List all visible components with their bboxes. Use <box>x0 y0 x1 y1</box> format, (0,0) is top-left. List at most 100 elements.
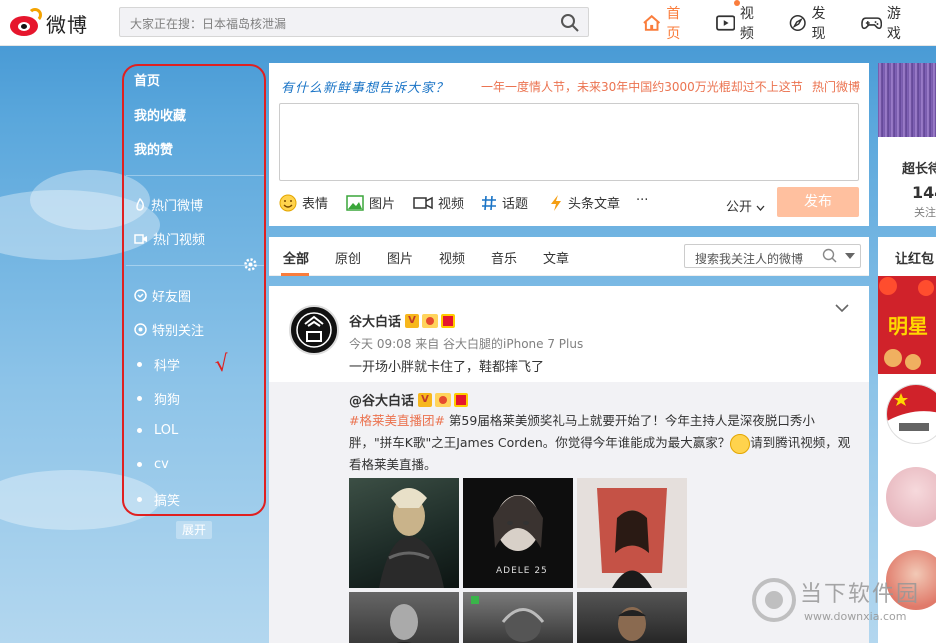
tab-original[interactable]: 原创 <box>335 248 361 267</box>
hot-weibo-link[interactable]: 热门微博 <box>812 78 860 95</box>
sidebar-item-likes[interactable]: 我的赞 <box>134 139 173 158</box>
sidebar-item-tag[interactable]: LOL <box>134 423 178 438</box>
watermark-text: 当下软件园 <box>800 582 921 607</box>
post-composer: 有什么新鲜事想告诉大家？ 一年一度情人节，未来30年中国约3000万光棍却过不上… <box>269 63 869 226</box>
headline-article-button[interactable]: 头条文章 <box>549 193 620 212</box>
tab-all[interactable]: 全部 <box>283 248 309 267</box>
promo-banner[interactable]: 明星 <box>878 276 936 374</box>
post-author[interactable]: 谷大白话 V <box>349 311 456 330</box>
sidebar-item-hot-video[interactable]: 热门视频 <box>134 229 205 248</box>
profile-card: 超长待 144 关注 <box>878 63 936 226</box>
photo-artist-4 <box>390 604 418 643</box>
post-image[interactable] <box>577 592 687 643</box>
tab-articles[interactable]: 文章 <box>543 248 569 267</box>
weibo-eye-icon <box>8 8 42 38</box>
post-image[interactable] <box>463 592 573 643</box>
sidebar-item-home[interactable]: 首页 <box>134 70 160 89</box>
home-icon <box>643 14 661 31</box>
sidebar-item-label: 特别关注 <box>152 324 205 339</box>
photo-rihanna <box>597 488 667 588</box>
sidebar-item-special-follow[interactable]: 特别关注 <box>134 320 204 339</box>
member-crown-icon <box>435 392 452 407</box>
weibo-logo[interactable]: 微博 <box>8 6 98 40</box>
video-button[interactable]: 视频 <box>413 193 464 212</box>
more-button[interactable]: ··· <box>636 193 648 208</box>
feed-tabs: 全部 原创 图片 视频 音乐 文章 搜索我关注人的微博 <box>269 237 869 276</box>
composer-slogan: 有什么新鲜事想告诉大家？ <box>281 81 450 96</box>
sidebar-item-tag[interactable]: 搞笑 <box>134 490 180 509</box>
sidebar-item-label: 首页 <box>134 74 161 89</box>
watermark-logo-icon <box>752 578 796 622</box>
avatar[interactable] <box>886 384 936 444</box>
hot-topic-link[interactable]: 一年一度情人节，未来30年中国约3000万光棍却过不上这节 <box>481 78 803 95</box>
tab-music[interactable]: 音乐 <box>491 248 517 267</box>
avatar[interactable] <box>289 305 339 355</box>
nav-video[interactable]: 视频 <box>715 0 768 43</box>
active-tab-indicator <box>281 273 309 276</box>
china-flag-avatar <box>887 385 936 431</box>
tool-label: 图片 <box>369 197 396 212</box>
gear-icon[interactable] <box>243 257 258 272</box>
post-image[interactable] <box>349 592 459 643</box>
nav-discover[interactable]: 发现 <box>789 3 839 43</box>
post-image[interactable]: ADELE 25 <box>463 478 573 588</box>
tool-label: 表情 <box>302 197 329 212</box>
author-name: 谷大白话 <box>349 315 402 330</box>
video-icon <box>715 15 735 31</box>
sidebar-item-friends-circle[interactable]: 好友圈 <box>134 286 191 305</box>
topic-button[interactable]: 话题 <box>481 193 528 212</box>
image-icon <box>346 194 364 211</box>
chevron-down-icon <box>756 205 765 211</box>
feed-search-placeholder: 搜索我关注人的微博 <box>695 252 804 266</box>
sidebar-item-hot-weibo[interactable]: 热门微博 <box>134 195 203 214</box>
repost-author[interactable]: @谷大白话 V <box>349 390 469 409</box>
special-follow-icon <box>134 323 147 336</box>
video-camera-icon <box>413 196 433 209</box>
author-name: @谷大白话 <box>349 394 415 409</box>
visibility-dropdown[interactable]: 公开 <box>726 196 765 215</box>
post-meta: 今天 09:08 来自 谷大白腿的iPhone 7 Plus <box>349 337 584 351</box>
image-caption: ADELE 25 <box>496 566 548 576</box>
sidebar-item-label: 热门视频 <box>153 233 206 248</box>
nav-home[interactable]: 首页 <box>642 3 694 43</box>
repost-text: #格莱美直播团# 第59届格莱美颁奖礼马上就要开始了！今年主持人是深夜脱口秀小胖… <box>349 410 854 476</box>
profile-name[interactable]: 超长待 <box>902 158 936 177</box>
photo-drake <box>618 607 646 641</box>
sidebar-item-label: 我的收藏 <box>134 109 187 124</box>
avatar[interactable] <box>886 467 936 527</box>
tab-videos[interactable]: 视频 <box>439 248 465 267</box>
nav-games[interactable]: 游戏 <box>860 3 914 43</box>
post-image[interactable] <box>349 478 459 588</box>
top-nav: 首页 视频 发现 游戏 <box>642 0 936 46</box>
tool-label: 视频 <box>438 197 465 212</box>
banner-text: 明星 <box>888 314 928 338</box>
chevron-down-icon[interactable] <box>835 304 849 313</box>
follow-count[interactable]: 144 <box>912 183 936 202</box>
search-icon[interactable] <box>560 13 580 33</box>
video-camera-icon <box>134 233 147 244</box>
post-image[interactable] <box>577 478 687 588</box>
search-icon[interactable] <box>822 248 838 264</box>
feed-search-input[interactable]: 搜索我关注人的微博 <box>684 244 861 268</box>
nav-label: 视频 <box>739 6 754 42</box>
emoji-button[interactable]: 表情 <box>279 193 328 212</box>
sidebar-item-tag[interactable]: cv <box>134 457 169 472</box>
vip-badge-icon <box>441 313 456 328</box>
sidebar-item-tag[interactable]: 狗狗 <box>134 389 180 408</box>
publish-button[interactable]: 发布 <box>777 187 859 217</box>
expand-button[interactable]: 展开 <box>176 521 212 539</box>
search-text: 大家正在搜：日本福岛核泄漏 <box>130 17 287 31</box>
notification-dot <box>733 0 740 6</box>
nav-label: 游戏 <box>886 6 901 42</box>
tool-label: 话题 <box>502 197 529 212</box>
post-textarea[interactable] <box>279 103 859 181</box>
topic-link[interactable]: #格莱美直播团# <box>349 413 445 428</box>
sidebar-item-tag[interactable]: 科学 <box>134 355 180 374</box>
image-button[interactable]: 图片 <box>346 193 395 212</box>
logo-text: 微博 <box>46 12 88 37</box>
caret-down-icon[interactable] <box>845 253 855 259</box>
search-input[interactable]: 大家正在搜：日本福岛核泄漏 <box>119 7 589 37</box>
sidebar-item-favorites[interactable]: 我的收藏 <box>134 105 186 124</box>
nav-label: 首页 <box>666 6 681 42</box>
tab-images[interactable]: 图片 <box>387 248 413 267</box>
